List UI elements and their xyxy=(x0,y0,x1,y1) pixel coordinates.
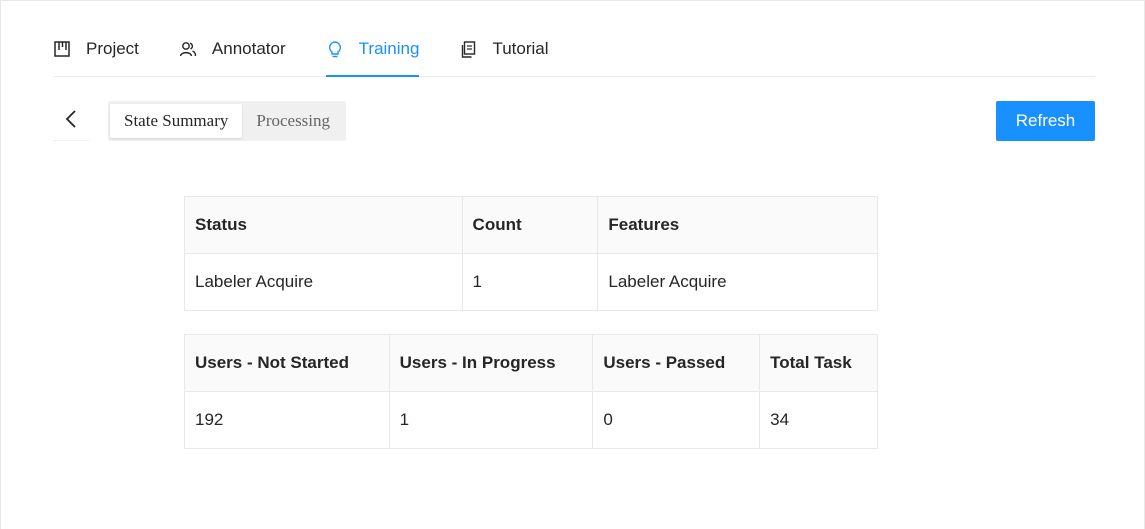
column-header: Total Task xyxy=(759,334,878,392)
column-header: Features xyxy=(597,196,878,254)
users-icon xyxy=(179,40,197,58)
chevron-left-icon xyxy=(65,109,77,134)
column-header: Users - Not Started xyxy=(184,334,390,392)
users-table: Users - Not Started Users - In Progress … xyxy=(184,334,878,449)
column-header: Users - In Progress xyxy=(388,334,594,392)
table-header-row: Status Count Features xyxy=(184,196,878,254)
table-row: Labeler Acquire 1 Labeler Acquire xyxy=(184,253,878,311)
refresh-button[interactable]: Refresh xyxy=(996,101,1095,141)
tab-project-label: Project xyxy=(86,39,139,58)
tab-project[interactable]: Project xyxy=(53,28,139,70)
column-header: Status xyxy=(184,196,463,254)
back-button[interactable] xyxy=(53,102,89,141)
table-cell: 192 xyxy=(184,391,390,449)
table-cell: 0 xyxy=(592,391,761,449)
table-cell: 1 xyxy=(461,253,599,311)
tab-training-label: Training xyxy=(358,39,420,58)
table-row: 192 1 0 34 xyxy=(184,391,878,449)
copy-icon xyxy=(459,40,477,58)
view-switcher: State Summary Processing xyxy=(108,101,347,141)
tab-tutorial-label: Tutorial xyxy=(492,39,549,58)
tab-annotator[interactable]: Annotator xyxy=(179,28,286,70)
table-cell: Labeler Acquire xyxy=(597,253,878,311)
column-header: Count xyxy=(461,196,599,254)
tab-annotator-label: Annotator xyxy=(211,39,286,58)
tab-training[interactable]: Training xyxy=(325,28,420,77)
segment-state-summary[interactable]: State Summary xyxy=(110,104,243,138)
table-cell: 1 xyxy=(388,391,594,449)
board-icon xyxy=(53,40,71,58)
tab-tutorial[interactable]: Tutorial xyxy=(459,28,549,70)
table-cell: Labeler Acquire xyxy=(184,253,463,311)
bulb-icon xyxy=(326,40,344,58)
segment-processing[interactable]: Processing xyxy=(242,104,344,138)
table-header-row: Users - Not Started Users - In Progress … xyxy=(184,334,878,392)
top-tabs: Project Annotator Training Tutorial xyxy=(53,28,1095,77)
table-cell: 34 xyxy=(759,391,878,449)
summary-table: Status Count Features Labeler Acquire 1 … xyxy=(184,196,878,311)
column-header: Users - Passed xyxy=(592,334,761,392)
